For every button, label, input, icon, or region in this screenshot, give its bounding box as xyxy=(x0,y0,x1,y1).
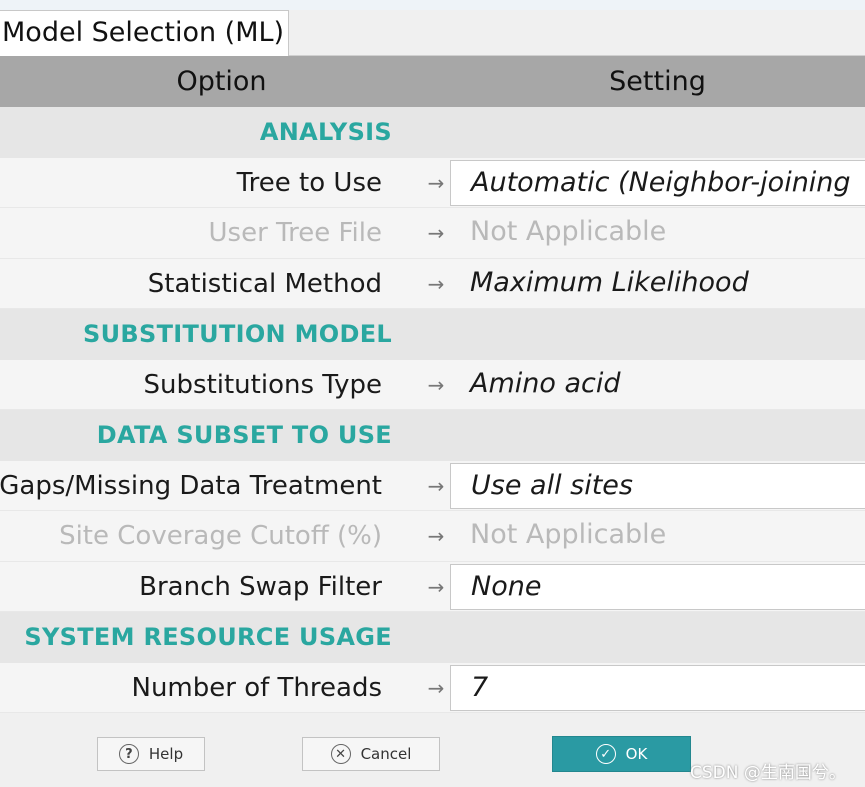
site-coverage-value: Not Applicable xyxy=(470,519,667,550)
row-branch-swap: Branch Swap Filter → None xyxy=(0,561,865,612)
row-gaps-missing: Gaps/Missing Data Treatment → Use all si… xyxy=(0,460,865,511)
threads-label: Number of Threads xyxy=(131,672,383,703)
section-substitution-model: SUBSTITUTION MODEL xyxy=(0,309,865,360)
statistical-method-label: Statistical Method xyxy=(147,268,382,299)
substitutions-type-label: Substitutions Type xyxy=(143,369,382,400)
options-grid: ANALYSIS Tree to Use → Automatic (Neighb… xyxy=(0,107,865,713)
arrow-icon: → xyxy=(427,221,445,245)
arrow-icon: → xyxy=(427,372,445,397)
x-circle-icon: ✕ xyxy=(330,744,351,764)
row-tree-to-use: Tree to Use → Automatic (Neighbor-joinin… xyxy=(0,157,865,208)
check-circle-icon: ✓ xyxy=(595,744,616,764)
gaps-missing-label: Gaps/Missing Data Treatment xyxy=(0,470,382,501)
question-icon: ? xyxy=(118,744,139,764)
tree-to-use-label: Tree to Use xyxy=(236,167,382,198)
row-site-coverage: Site Coverage Cutoff (%) → Not Applicabl… xyxy=(0,511,865,562)
table-header: Option Setting xyxy=(0,56,865,107)
arrow-icon: → xyxy=(427,524,445,548)
section-analysis: ANALYSIS xyxy=(0,107,865,158)
arrow-icon: → xyxy=(427,170,445,195)
header-option: Option xyxy=(176,66,267,97)
ok-button-label: OK xyxy=(625,745,648,763)
substitutions-type-value: Amino acid xyxy=(470,367,621,399)
row-statistical-method: Statistical Method → Maximum Likelihood xyxy=(0,258,865,309)
threads-input[interactable]: 7 xyxy=(450,664,865,711)
section-title-analysis: ANALYSIS xyxy=(259,118,392,146)
help-button[interactable]: ? Help xyxy=(97,737,205,771)
ok-button[interactable]: ✓ OK xyxy=(552,736,691,772)
site-coverage-label: Site Coverage Cutoff (%) xyxy=(59,521,382,551)
help-button-label: Help xyxy=(148,745,184,763)
window-top-strip xyxy=(0,0,865,10)
section-title-system-resource: SYSTEM RESOURCE USAGE xyxy=(24,623,392,651)
arrow-icon: → xyxy=(427,574,445,599)
cancel-button-label: Cancel xyxy=(360,745,412,763)
user-tree-file-value: Not Applicable xyxy=(470,216,667,247)
section-title-data-subset: DATA SUBSET TO USE xyxy=(96,421,392,449)
branch-swap-label: Branch Swap Filter xyxy=(139,571,382,602)
section-system-resource: SYSTEM RESOURCE USAGE xyxy=(0,612,865,663)
row-substitutions-type: Substitutions Type → Amino acid xyxy=(0,359,865,410)
arrow-icon: → xyxy=(427,675,445,700)
tab-model-selection[interactable]: Model Selection (ML) xyxy=(0,10,289,56)
row-number-of-threads: Number of Threads → 7 xyxy=(0,662,865,713)
cancel-button[interactable]: ✕ Cancel xyxy=(302,737,440,771)
statistical-method-value: Maximum Likelihood xyxy=(470,266,749,298)
arrow-icon: → xyxy=(427,473,445,498)
row-user-tree-file: User Tree File → Not Applicable xyxy=(0,208,865,259)
section-title-substitution-model: SUBSTITUTION MODEL xyxy=(83,320,392,348)
gaps-missing-dropdown[interactable]: Use all sites xyxy=(450,462,865,509)
watermark: CSDN @生南国兮。 xyxy=(690,763,846,783)
arrow-icon: → xyxy=(427,271,445,296)
section-data-subset: DATA SUBSET TO USE xyxy=(0,410,865,461)
branch-swap-dropdown[interactable]: None xyxy=(450,563,865,610)
tree-to-use-dropdown[interactable]: Automatic (Neighbor-joining xyxy=(450,159,865,206)
user-tree-file-label: User Tree File xyxy=(208,218,382,248)
header-setting: Setting xyxy=(609,66,706,97)
